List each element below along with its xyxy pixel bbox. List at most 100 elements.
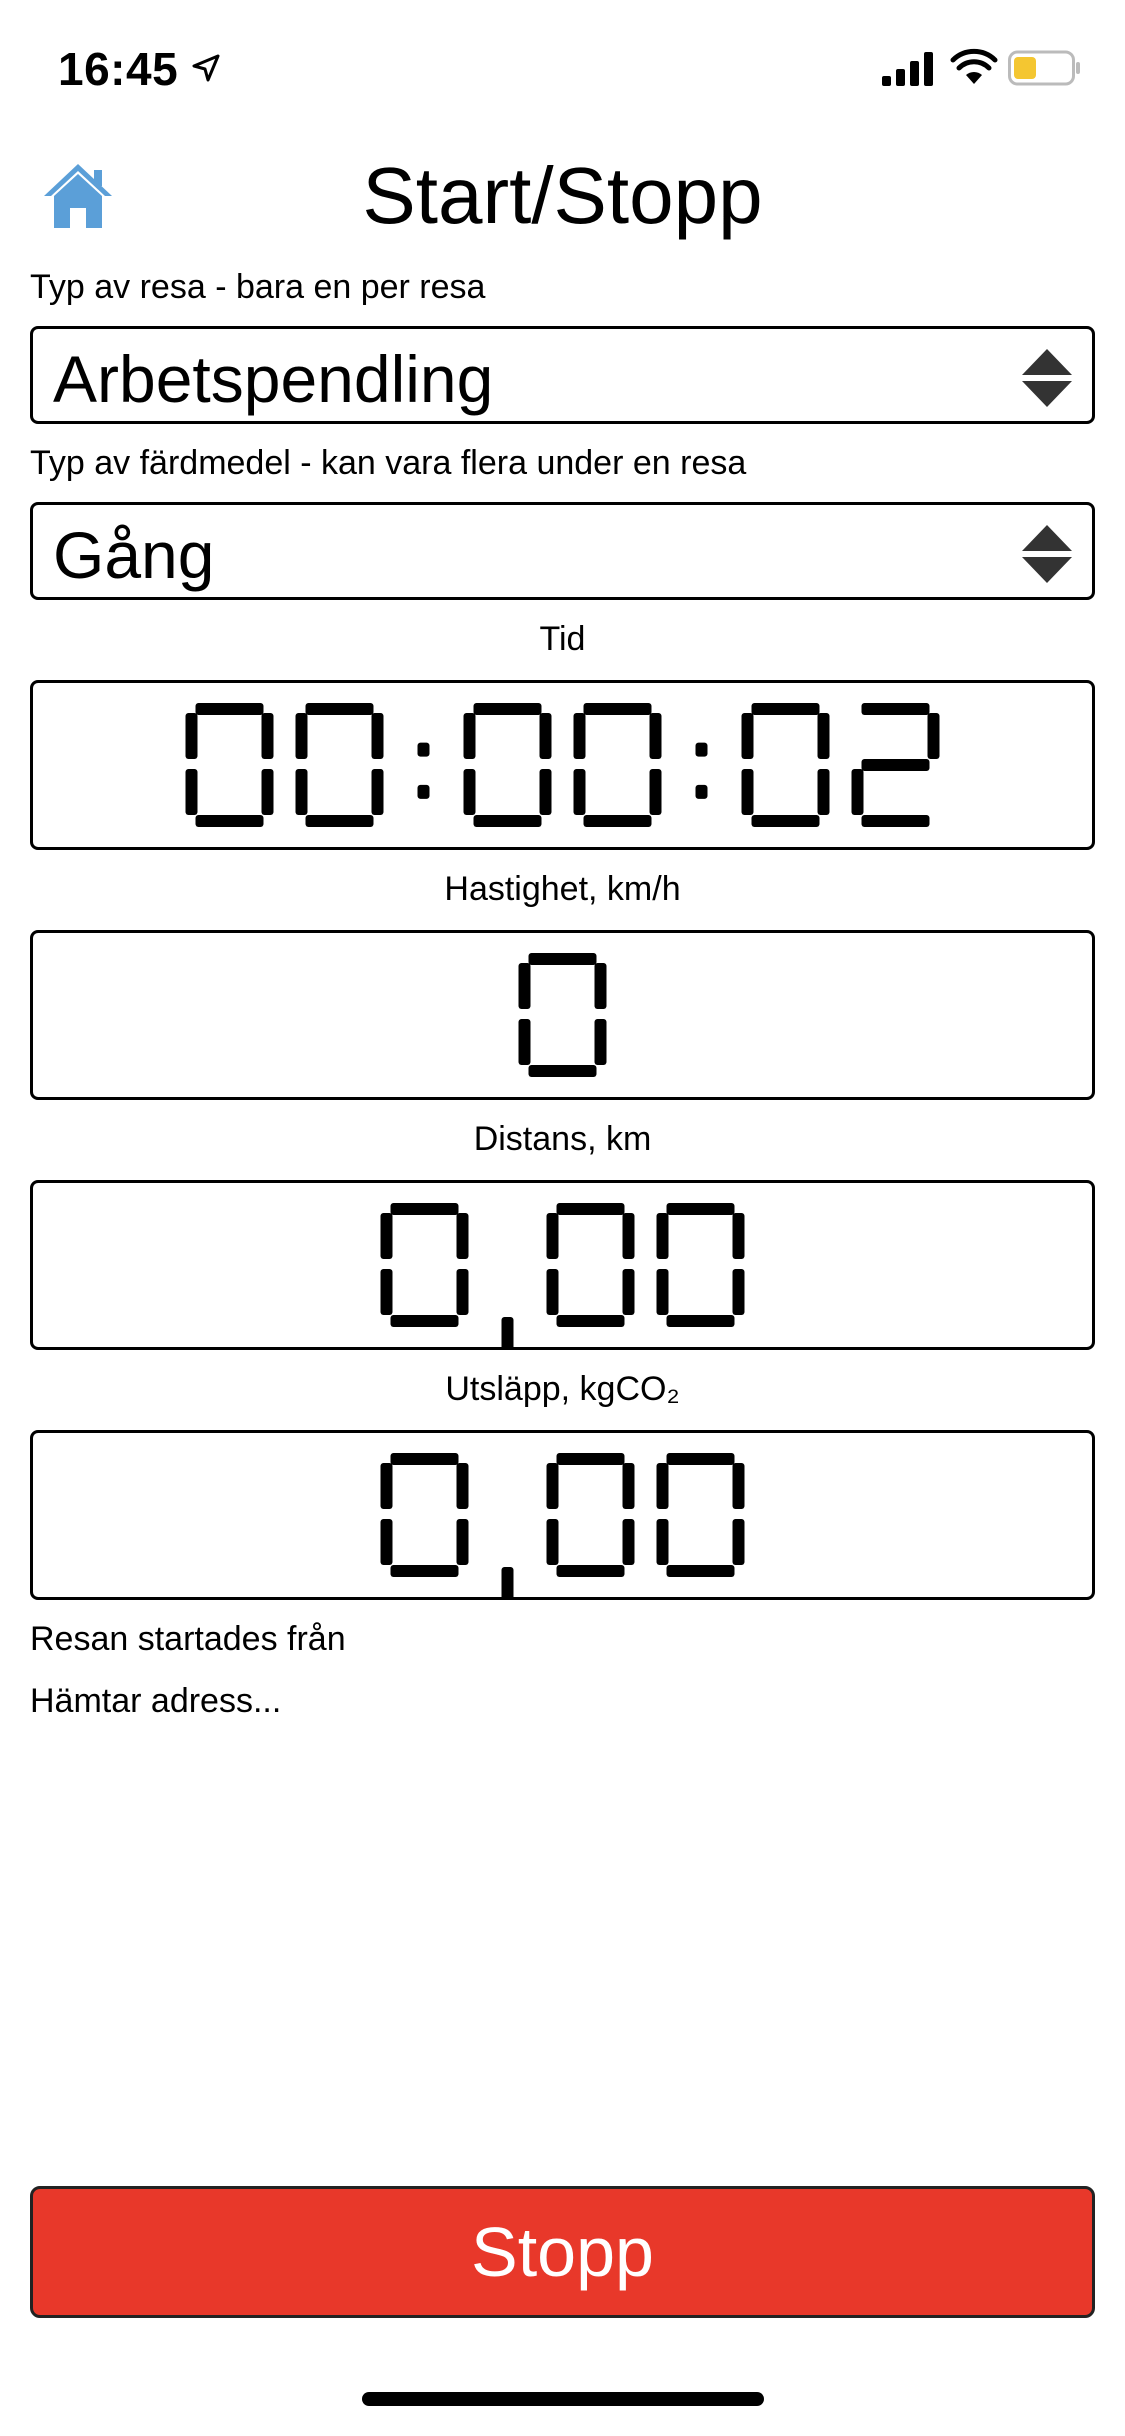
segment-b [456, 1463, 469, 1509]
transport-mode-label: Typ av färdmedel - kan vara flera under … [30, 444, 747, 482]
segment-f [463, 713, 476, 759]
emissions-value [380, 1453, 745, 1597]
digit-0 [380, 1203, 469, 1327]
segment-e [295, 769, 308, 815]
digit-0 [546, 1453, 635, 1577]
segment-a [528, 953, 597, 965]
segment-d [473, 815, 542, 827]
segment-a [556, 1453, 625, 1465]
time-display [30, 680, 1095, 850]
distance-display [30, 1180, 1095, 1350]
digit-0 [295, 703, 384, 827]
digit-0 [185, 703, 274, 827]
transport-mode-select[interactable]: Gång [30, 502, 1095, 600]
select-arrows-icon [1022, 349, 1072, 407]
segment-f [518, 963, 531, 1009]
segment-a [390, 1453, 459, 1465]
comma-mark [501, 1567, 514, 1597]
segment-c [622, 1519, 635, 1565]
digit-0 [380, 1453, 469, 1577]
segment-e [380, 1519, 393, 1565]
segment-c [732, 1269, 745, 1315]
segment-d [528, 1065, 597, 1077]
segment-b [732, 1463, 745, 1509]
emissions-label: Utsläpp, kgCO₂ [445, 1370, 680, 1408]
segment-d [583, 815, 652, 827]
segment-c [732, 1519, 745, 1565]
segment-f [546, 1213, 559, 1259]
segment-e [185, 769, 198, 815]
digit-2 [851, 703, 940, 827]
page-title: Start/Stopp [362, 151, 763, 240]
segment-b [539, 713, 552, 759]
segment-a [195, 703, 264, 715]
segment-c [371, 769, 384, 815]
segment-b [622, 1463, 635, 1509]
segment-b [927, 713, 940, 759]
segment-f [546, 1463, 559, 1509]
comma-mark [501, 1317, 514, 1347]
segment-d [390, 1565, 459, 1577]
stop-button[interactable]: Stopp [30, 2186, 1095, 2318]
segment-d [556, 1315, 625, 1327]
trip-type-select[interactable]: Arbetspendling [30, 326, 1095, 424]
trip-type-value: Arbetspendling [53, 342, 494, 416]
speed-display [30, 930, 1095, 1100]
time-label: Tid [539, 620, 586, 658]
segment-b [456, 1213, 469, 1259]
segment-e [656, 1519, 669, 1565]
location-arrow-icon [192, 54, 220, 82]
colon-separator [417, 742, 430, 799]
trip-start-address: Hämtar adress... [30, 1682, 282, 1720]
status-time: 16:45 [58, 43, 179, 95]
segment-d [861, 815, 930, 827]
segment-b [622, 1213, 635, 1259]
segment-f [573, 713, 586, 759]
segment-f [380, 1463, 393, 1509]
digit-0 [546, 1203, 635, 1327]
segment-b [371, 713, 384, 759]
segment-e [741, 769, 754, 815]
segment-e [380, 1269, 393, 1315]
segment-b [817, 713, 830, 759]
colon-dot [417, 742, 430, 757]
segment-e [851, 769, 864, 815]
segment-d [666, 1315, 735, 1327]
digit-0 [656, 1453, 745, 1577]
wifi-icon [950, 48, 998, 84]
segment-a [305, 703, 374, 715]
segment-d [305, 815, 374, 827]
digit-0 [741, 703, 830, 827]
segment-b [732, 1213, 745, 1259]
select-arrows-icon [1022, 525, 1072, 583]
comma-separator [501, 1567, 514, 1597]
segment-e [463, 769, 476, 815]
segment-b [594, 963, 607, 1009]
segment-d [195, 815, 264, 827]
segment-e [546, 1269, 559, 1315]
time-value [185, 703, 940, 827]
segment-a [556, 1203, 625, 1215]
distance-label: Distans, km [473, 1120, 652, 1158]
distance-value [380, 1203, 745, 1347]
segment-b [261, 713, 274, 759]
digit-0 [463, 703, 552, 827]
segment-f [380, 1213, 393, 1259]
segment-a [666, 1203, 735, 1215]
segment-c [456, 1519, 469, 1565]
segment-c [539, 769, 552, 815]
segment-a [666, 1453, 735, 1465]
segment-f [185, 713, 198, 759]
emissions-display [30, 1430, 1095, 1600]
segment-d [390, 1315, 459, 1327]
segment-e [518, 1019, 531, 1065]
segment-a [583, 703, 652, 715]
segment-d [666, 1565, 735, 1577]
segment-c [456, 1269, 469, 1315]
segment-c [817, 769, 830, 815]
segment-d [751, 815, 820, 827]
digit-0 [656, 1203, 745, 1327]
segment-e [546, 1519, 559, 1565]
transport-mode-value: Gång [53, 518, 215, 592]
comma-separator [501, 1317, 514, 1347]
